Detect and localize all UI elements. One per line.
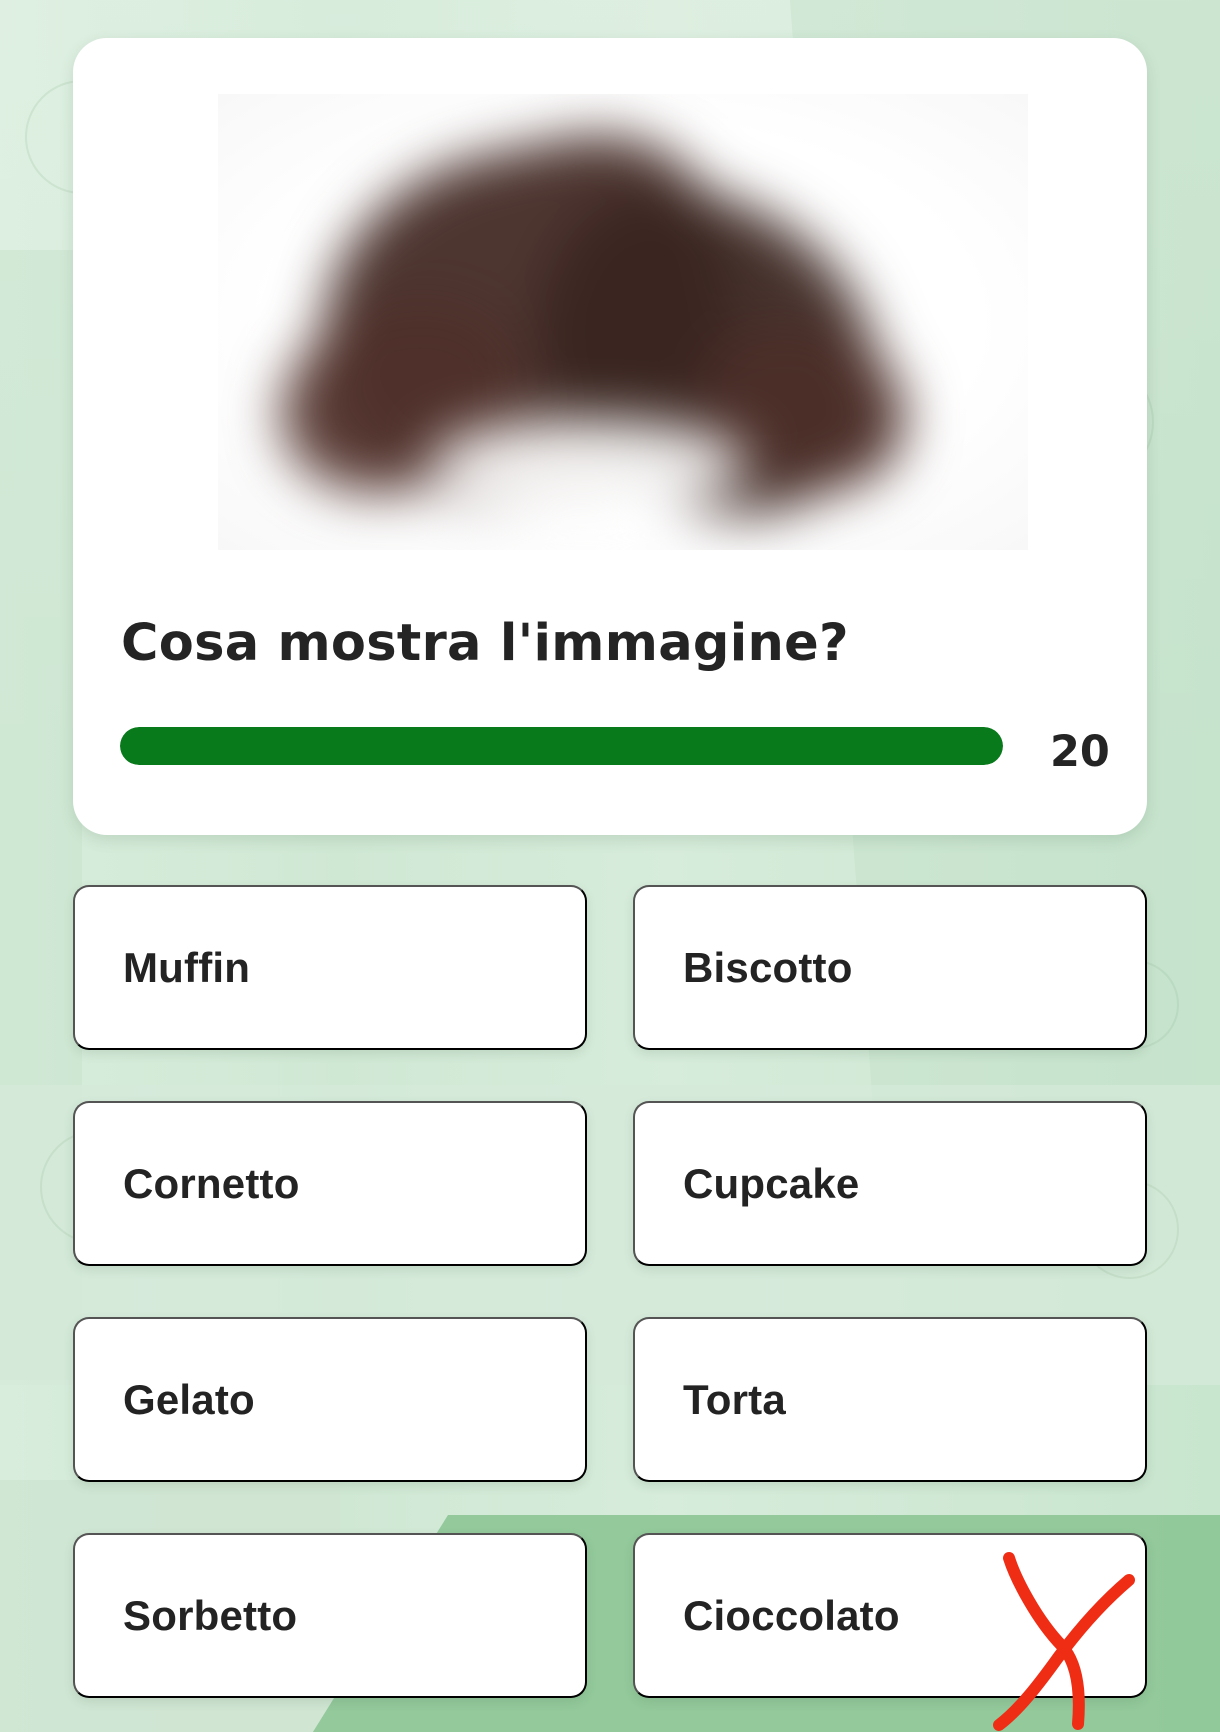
question-card: Cosa mostra l'immagine? 20 bbox=[73, 38, 1147, 835]
answer-button-sorbetto[interactable]: Sorbetto bbox=[73, 1533, 587, 1698]
answer-button-cioccolato[interactable]: Cioccolato bbox=[633, 1533, 1147, 1698]
blurred-highlight-shape bbox=[428, 419, 748, 509]
answer-button-muffin[interactable]: Muffin bbox=[73, 885, 587, 1050]
answer-button-cornetto[interactable]: Cornetto bbox=[73, 1101, 587, 1266]
answer-button-cupcake[interactable]: Cupcake bbox=[633, 1101, 1147, 1266]
timer-value: 20 bbox=[1050, 727, 1110, 777]
question-text: Cosa mostra l'immagine? bbox=[121, 614, 849, 673]
answer-button-gelato[interactable]: Gelato bbox=[73, 1317, 587, 1482]
timer-progress-fill bbox=[120, 727, 1003, 765]
blurred-question-image bbox=[218, 94, 1028, 550]
timer-progress-bar bbox=[120, 727, 1003, 765]
blurred-food-image bbox=[218, 94, 1028, 550]
answer-button-torta[interactable]: Torta bbox=[633, 1317, 1147, 1482]
answer-button-biscotto[interactable]: Biscotto bbox=[633, 885, 1147, 1050]
answer-options-grid: Muffin Biscotto Cornetto Cupcake Gelato … bbox=[73, 885, 1147, 1700]
